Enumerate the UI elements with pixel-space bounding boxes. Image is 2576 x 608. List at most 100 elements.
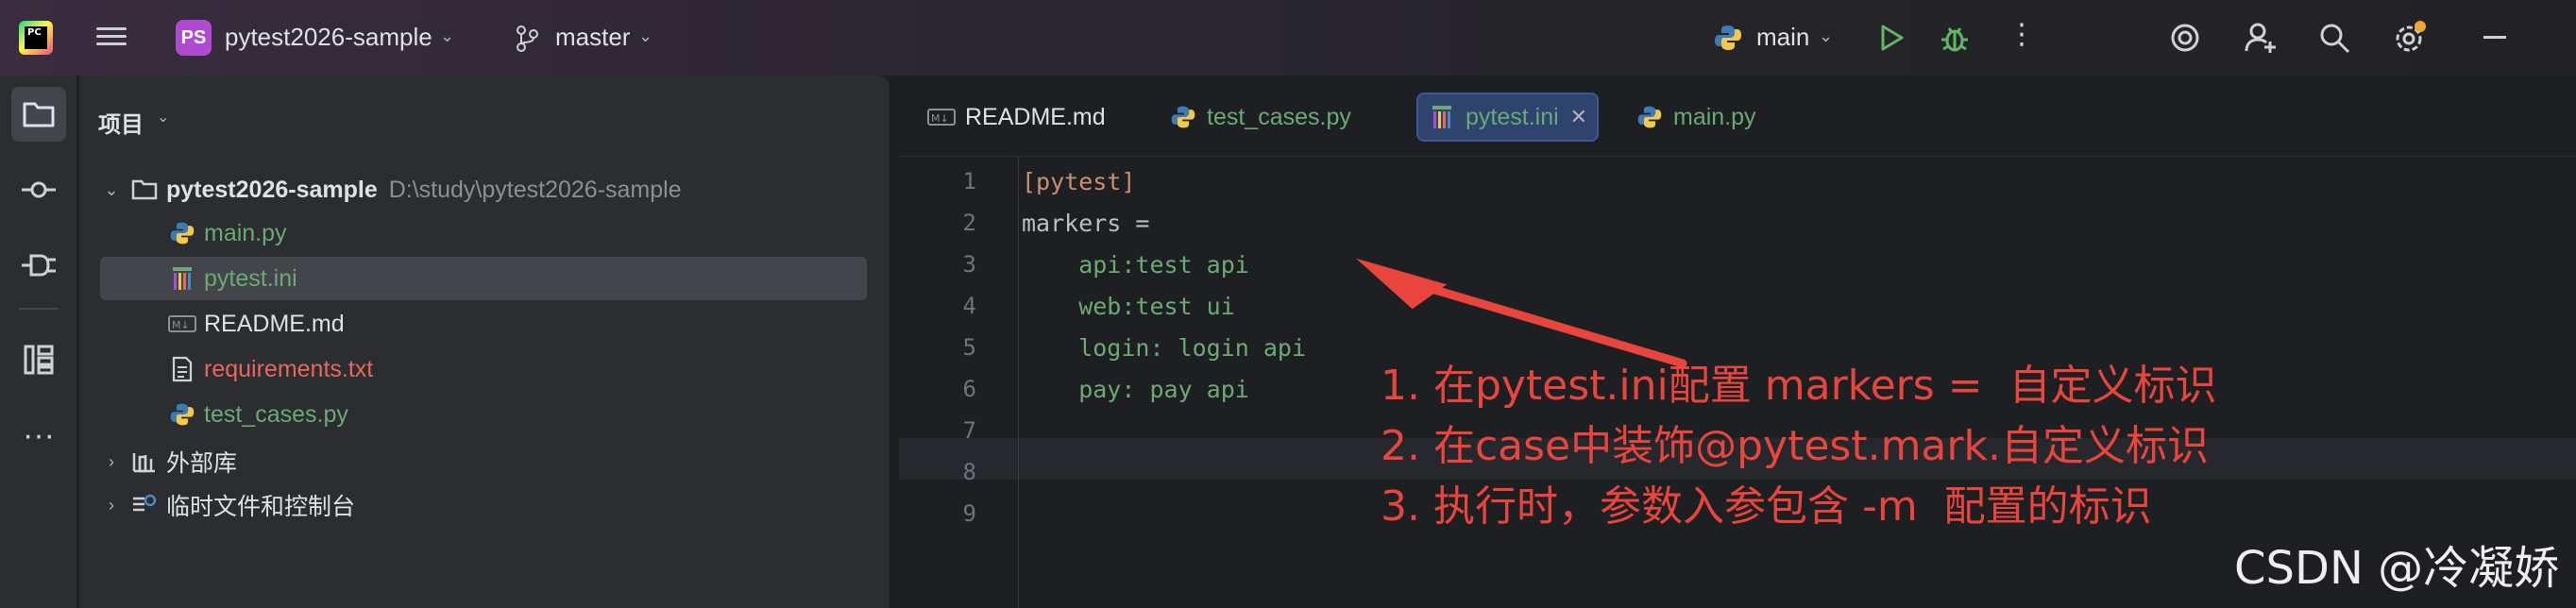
- root-name: pytest2026-sample: [166, 176, 378, 203]
- line-number: 4: [962, 293, 976, 319]
- python-icon: [1635, 103, 1664, 131]
- annotation-line: 1. 在pytest.ini配置 markers = 自定义标识: [1381, 362, 2217, 410]
- chevron-right-icon[interactable]: ›: [100, 452, 123, 472]
- commit-icon: [22, 181, 56, 198]
- line-number: 5: [962, 334, 976, 361]
- tab-readme-md[interactable]: M↓ README.md: [918, 93, 1115, 142]
- debug-icon[interactable]: [1938, 21, 1972, 55]
- line-number: 7: [962, 417, 976, 444]
- tab-label: pytest.ini: [1466, 103, 1559, 130]
- code-line[interactable]: markers =: [1022, 210, 1149, 237]
- code-line[interactable]: web:test ui: [1022, 293, 1235, 320]
- folder-icon: [23, 102, 55, 127]
- project-name[interactable]: pytest2026-sample: [225, 23, 432, 52]
- pycharm-logo-icon[interactable]: PC: [19, 21, 53, 55]
- gear-icon[interactable]: [2391, 19, 2429, 57]
- file-name: main.py: [204, 219, 287, 246]
- tree-root[interactable]: ⌄ pytest2026-sample D:\study\pytest2026-…: [100, 168, 867, 211]
- commit-tool-button[interactable]: [11, 162, 66, 217]
- annotation-line: 2. 在case中装饰@pytest.mark.自定义标识: [1381, 422, 2209, 470]
- run-icon[interactable]: [1877, 23, 1906, 53]
- line-number: 2: [962, 210, 976, 236]
- line-number: 9: [962, 500, 976, 527]
- tab-label: main.py: [1673, 103, 1756, 130]
- python-icon: [168, 400, 196, 429]
- markdown-icon: M↓: [927, 103, 956, 131]
- run-config-name[interactable]: main: [1756, 23, 1809, 52]
- python-icon[interactable]: [1713, 23, 1743, 53]
- title-bar: PC PS pytest2026-sample ⌄ master ⌄ main …: [0, 0, 2576, 76]
- chevron-right-icon[interactable]: ›: [100, 496, 123, 515]
- ai-assistant-icon[interactable]: [2168, 21, 2202, 55]
- plugins-tool-button[interactable]: [11, 238, 66, 293]
- library-icon: [130, 448, 159, 476]
- structure-tool-button[interactable]: [11, 332, 66, 387]
- more-horizontal-icon: ···: [23, 417, 55, 453]
- tree-file-test-cases-py[interactable]: test_cases.py: [100, 393, 867, 436]
- line-number-gutter: 1 2 3 4 5 6 7 8 9: [899, 157, 1018, 608]
- tool-window-strip: ···: [0, 76, 77, 608]
- chevron-down-icon[interactable]: ⌄: [440, 26, 454, 46]
- python-icon: [168, 219, 196, 247]
- folder-icon: [130, 176, 159, 204]
- main-menu-icon[interactable]: [96, 23, 127, 53]
- markdown-icon: M↓: [168, 310, 196, 338]
- tree-file-requirements-txt[interactable]: requirements.txt: [100, 347, 867, 391]
- file-name: pytest.ini: [204, 264, 297, 292]
- svg-text:M↓: M↓: [931, 112, 949, 125]
- root-path: D:\study\pytest2026-sample: [388, 176, 682, 203]
- tab-pytest-ini[interactable]: pytest.ini ✕: [1416, 93, 1600, 142]
- scratches-icon: [130, 491, 159, 519]
- code-line[interactable]: [pytest]: [1022, 168, 1135, 195]
- branch-name[interactable]: master: [555, 23, 630, 52]
- tree-file-readme-md[interactable]: M↓ README.md: [100, 302, 867, 346]
- line-number: 3: [962, 251, 976, 278]
- close-icon[interactable]: ✕: [1570, 105, 1587, 129]
- tab-label: README.md: [965, 103, 1106, 130]
- chevron-down-icon[interactable]: ⌄: [1819, 26, 1833, 46]
- project-panel: 项目 ⌄ ⌄ pytest2026-sample D:\study\pytest…: [79, 76, 890, 608]
- notification-dot-icon: [2415, 21, 2426, 32]
- add-user-icon[interactable]: [2244, 21, 2278, 55]
- tree-file-main-py[interactable]: main.py: [100, 211, 867, 255]
- tree-file-pytest-ini[interactable]: pytest.ini: [100, 257, 867, 300]
- chevron-down-icon[interactable]: ⌄: [638, 26, 652, 46]
- git-branch-icon[interactable]: [514, 25, 540, 53]
- file-name: requirements.txt: [204, 355, 374, 382]
- file-name: README.md: [204, 310, 345, 337]
- panel-title[interactable]: 项目: [98, 106, 144, 139]
- external-libraries-label: 外部库: [166, 450, 238, 477]
- code-line[interactable]: login: login api: [1022, 334, 1306, 362]
- chevron-down-icon[interactable]: ⌄: [100, 180, 123, 200]
- tab-label: test_cases.py: [1207, 103, 1351, 130]
- tree-scratches[interactable]: › 临时文件和控制台: [100, 483, 867, 527]
- code-line[interactable]: api:test api: [1022, 251, 1249, 279]
- pytest-ini-icon: [168, 264, 196, 293]
- pytest-ini-icon: [1428, 103, 1456, 131]
- watermark: CSDN @冷凝娇: [2234, 542, 2560, 595]
- plug-icon: [22, 254, 56, 277]
- chevron-down-icon[interactable]: ⌄: [157, 108, 169, 127]
- code-line[interactable]: pay: pay api: [1022, 376, 1249, 403]
- minimize-icon[interactable]: [2483, 36, 2506, 39]
- tree-external-libraries[interactable]: › 外部库: [100, 440, 867, 483]
- logo-text: PC: [25, 26, 47, 49]
- project-tool-button[interactable]: [11, 87, 66, 142]
- editor-tab-bar: M↓ README.md test_cases.py pytest.ini ✕ main.…: [899, 76, 2576, 157]
- more-tools-button[interactable]: ···: [11, 408, 66, 463]
- tab-test-cases-py[interactable]: test_cases.py: [1160, 93, 1361, 142]
- line-number: 6: [962, 376, 976, 402]
- search-icon[interactable]: [2317, 21, 2351, 55]
- svg-text:M↓: M↓: [172, 319, 190, 331]
- line-number: 1: [962, 168, 976, 194]
- project-badge[interactable]: PS: [176, 20, 212, 56]
- more-vertical-icon[interactable]: ⋮: [2008, 21, 2036, 55]
- line-number: 8: [962, 459, 976, 485]
- python-icon: [1169, 103, 1197, 131]
- annotation-line: 3. 执行时，参数入参包含 -m 配置的标识: [1381, 482, 2152, 531]
- file-name: test_cases.py: [204, 400, 348, 428]
- tab-main-py[interactable]: main.py: [1626, 93, 1766, 142]
- scratches-label: 临时文件和控制台: [166, 494, 356, 520]
- text-file-icon: [168, 355, 196, 383]
- structure-icon: [24, 345, 54, 375]
